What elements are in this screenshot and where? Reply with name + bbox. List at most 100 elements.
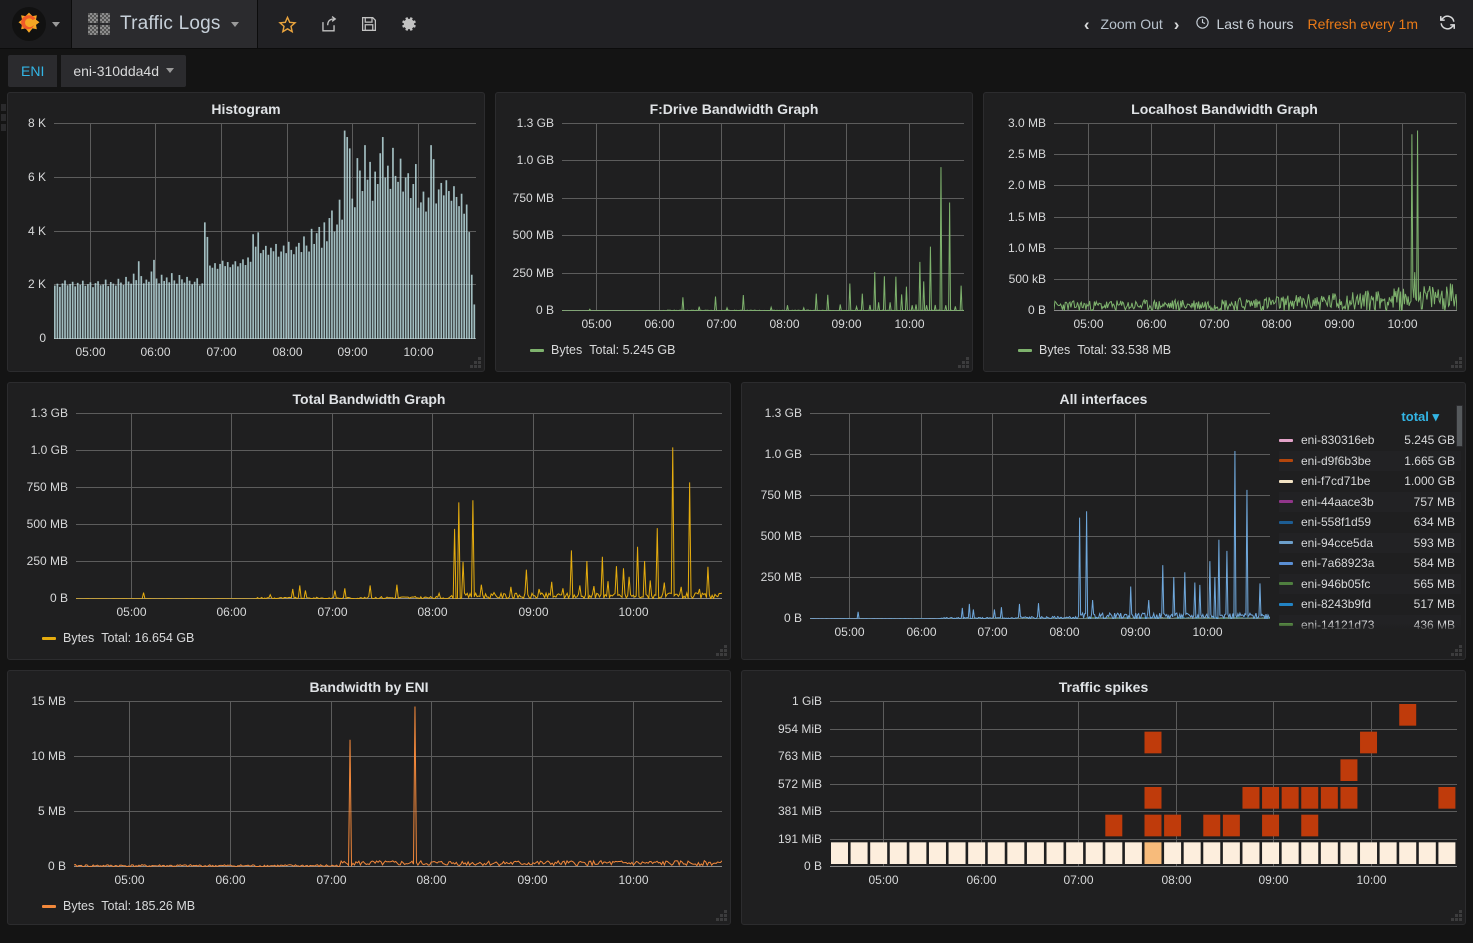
time-range-picker[interactable]: Last 6 hours <box>1195 15 1307 33</box>
plot-area[interactable] <box>74 701 722 867</box>
heatmap-cell[interactable] <box>1438 787 1456 809</box>
heatmap-cell[interactable] <box>1144 731 1162 754</box>
heatmap-cell[interactable] <box>1418 842 1436 864</box>
panel-traffic-spikes[interactable]: Traffic spikes 1 GiB 954 MiB 763 MiB 572 Mi… <box>741 670 1466 925</box>
time-shift-forward-icon[interactable]: › <box>1174 16 1180 33</box>
panel-title-localhost[interactable]: Localhost Bandwidth Graph <box>992 99 1457 123</box>
panel-localhost-bandwidth[interactable]: Localhost Bandwidth Graph 3.0 MB 2.5 MB 2.… <box>983 92 1466 372</box>
heatmap-cell[interactable] <box>1438 842 1456 864</box>
zoom-out-label[interactable]: Zoom Out <box>1101 16 1163 32</box>
legend-series-name[interactable]: Bytes <box>63 631 94 645</box>
heatmap-cell[interactable] <box>1301 787 1319 809</box>
heatmap-cell[interactable] <box>1046 842 1064 864</box>
heatmap-cell[interactable] <box>1144 842 1162 864</box>
heatmap-cell[interactable] <box>889 842 907 864</box>
panel-title-total[interactable]: Total Bandwidth Graph <box>16 389 722 413</box>
legend-series-name[interactable]: eni-f7cd71be <box>1301 474 1404 488</box>
panel-resize-handle[interactable] <box>1450 357 1462 368</box>
legend-row[interactable]: eni-44aace3b 757 MB <box>1279 491 1461 512</box>
panel-histogram[interactable]: Histogram 8 K6 K4 K2 K 0 05:00 06:00 07:00 08… <box>7 92 485 372</box>
legend-series-name[interactable]: Bytes <box>1039 343 1070 357</box>
zoom-out-control[interactable]: ‹ Zoom Out › <box>1084 16 1196 33</box>
chart-all-interfaces[interactable]: 1.3 GB 1.0 GB 750 MB 500 MB 250 MB 0 B 05:00 06… <box>750 407 1270 653</box>
panel-title-traffic-spikes[interactable]: Traffic spikes <box>750 677 1457 701</box>
legend-row[interactable]: eni-558f1d59 634 MB <box>1279 512 1461 533</box>
star-icon[interactable] <box>277 15 297 34</box>
panel-title-bandwidth-by-eni[interactable]: Bandwidth by ENI <box>16 677 722 701</box>
heatmap-cell[interactable] <box>1320 787 1338 809</box>
heatmap-cell[interactable] <box>1379 842 1397 864</box>
legend-series-name[interactable]: eni-7a68923a <box>1301 556 1414 570</box>
legend-scrollbar[interactable] <box>1456 405 1463 447</box>
legend-sort-total[interactable]: total ▾ <box>1279 409 1461 430</box>
heatmap-cell[interactable] <box>1066 842 1084 864</box>
plot-area[interactable] <box>562 123 964 311</box>
legend-row[interactable]: eni-d9f6b3be 1.665 GB <box>1279 450 1461 471</box>
gear-icon[interactable] <box>400 15 418 33</box>
panel-fdrive-bandwidth[interactable]: F:Drive Bandwidth Graph 1.3 GB 1.0 GB 750 … <box>495 92 973 372</box>
panel-title-histogram[interactable]: Histogram <box>16 99 476 123</box>
heatmap-cell[interactable] <box>1124 842 1142 864</box>
heatmap-cell[interactable] <box>1222 814 1240 837</box>
heatmap-cell[interactable] <box>850 842 868 864</box>
chart-traffic-spikes[interactable]: 1 GiB 954 MiB 763 MiB 572 MiB 381 MiB 191 MiB… <box>750 695 1457 897</box>
panel-resize-handle[interactable] <box>1451 645 1462 656</box>
heatmap-cell[interactable] <box>1340 787 1358 809</box>
heatmap-cell[interactable] <box>1281 842 1299 864</box>
heatmap-cell[interactable] <box>1222 842 1240 864</box>
legend-row[interactable]: eni-946b05fc 565 MB <box>1279 573 1461 594</box>
legend-series-name[interactable]: eni-44aace3b <box>1301 495 1414 509</box>
chart-localhost[interactable]: 3.0 MB 2.5 MB 2.0 MB 1.5 MB 1.0 MB 500 kB 0 B0… <box>992 117 1457 341</box>
legend-row[interactable]: eni-f7cd71be 1.000 GB <box>1279 471 1461 492</box>
legend-series-name[interactable]: Bytes <box>63 899 94 913</box>
heatmap-cell[interactable] <box>1203 814 1221 837</box>
panel-resize-handle[interactable] <box>716 910 727 921</box>
heatmap-cell[interactable] <box>1026 842 1044 864</box>
heatmap-cell[interactable] <box>1360 842 1378 864</box>
legend-series-name[interactable]: Bytes <box>551 343 582 357</box>
panel-resize-handle[interactable] <box>958 357 969 368</box>
panel-resize-handle[interactable] <box>1451 910 1462 921</box>
heatmap-cell[interactable] <box>1105 842 1123 864</box>
time-range-label[interactable]: Last 6 hours <box>1216 16 1293 32</box>
heatmap-cell[interactable] <box>1007 842 1025 864</box>
heatmap-cell[interactable] <box>1320 842 1338 864</box>
chart-total[interactable]: 1.3 GB 1.0 GB 750 MB 500 MB 250 MB 0 B 05:00 06… <box>16 407 722 629</box>
legend-series-name[interactable]: eni-8243b9fd <box>1301 597 1414 611</box>
panel-resize-handle[interactable] <box>716 645 727 656</box>
heatmap-cell[interactable] <box>1399 842 1417 864</box>
heatmap-cell[interactable] <box>1242 842 1260 864</box>
chart-histogram[interactable]: 8 K6 K4 K2 K 0 05:00 06:00 07:00 08:00 09:00 10… <box>16 117 476 369</box>
heatmap-cell[interactable] <box>987 842 1005 864</box>
heatmap-cell[interactable] <box>1262 842 1280 864</box>
heatmap-cell[interactable] <box>1262 814 1280 837</box>
heatmap-cell[interactable] <box>1242 787 1260 809</box>
logo-menu-button[interactable] <box>0 0 72 48</box>
heatmap-cell[interactable] <box>1301 814 1319 837</box>
heatmap-cell[interactable] <box>1164 814 1182 837</box>
legend-all-interfaces[interactable]: total ▾ eni-830316eb 5.245 GB eni-d9f6b3be… <box>1279 409 1461 631</box>
heatmap-cell[interactable] <box>909 842 927 864</box>
share-icon[interactable] <box>319 15 338 34</box>
heatmap-cell[interactable] <box>1399 704 1417 726</box>
legend-row[interactable]: eni-94cce5da 593 MB <box>1279 532 1461 553</box>
heatmap-cell[interactable] <box>948 842 966 864</box>
panel-total-bandwidth[interactable]: Total Bandwidth Graph 1.3 GB 1.0 GB 750 MB… <box>7 382 731 660</box>
plot-area[interactable] <box>830 701 1457 867</box>
heatmap-cell[interactable] <box>928 842 946 864</box>
legend-series-name[interactable]: eni-946b05fc <box>1301 577 1414 591</box>
plot-area[interactable] <box>76 413 722 599</box>
heatmap-cell[interactable] <box>1340 759 1358 781</box>
heatmap-cell[interactable] <box>1301 842 1319 864</box>
plot-area[interactable] <box>54 123 476 339</box>
time-shift-back-icon[interactable]: ‹ <box>1084 16 1090 33</box>
legend-series-name[interactable]: eni-94cce5da <box>1301 536 1414 550</box>
heatmap-cell[interactable] <box>1281 787 1299 809</box>
heatmap-cell[interactable] <box>1085 842 1103 864</box>
chart-bandwidth-by-eni[interactable]: 15 MB 10 MB 5 MB 0 B 05:00 06:00 07:00 08:00 09:… <box>16 695 722 897</box>
heatmap-cell[interactable] <box>1144 787 1162 809</box>
plot-area[interactable] <box>810 413 1270 619</box>
dashboard-switcher[interactable]: Traffic Logs <box>72 0 258 48</box>
heatmap-cell[interactable] <box>968 842 986 864</box>
heatmap-cell[interactable] <box>1164 842 1182 864</box>
